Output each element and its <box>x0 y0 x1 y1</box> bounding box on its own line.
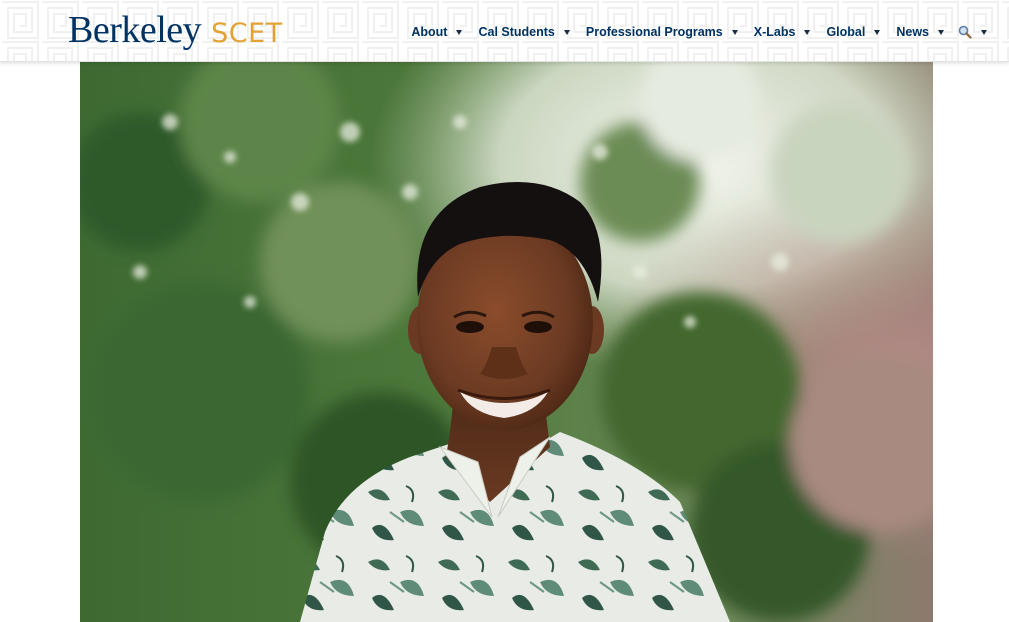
caret-down-icon <box>456 29 463 35</box>
nav-item-professional-programs[interactable]: Professional Programs <box>586 25 738 39</box>
nav-item-label: X-Labs <box>753 25 796 39</box>
hero-portrait-photo <box>80 62 933 622</box>
nav-item-label: Global <box>826 25 866 39</box>
nav-item-label: Cal Students <box>478 25 555 39</box>
logo-berkeley-text: Berkeley <box>68 9 202 51</box>
caret-down-icon <box>938 29 944 35</box>
nav-item-label: News <box>896 25 929 39</box>
caret-down-icon <box>731 29 738 35</box>
site-header: Berkeley SCET About Cal Students Professi… <box>0 0 1009 62</box>
logo-scet-text: SCET <box>211 18 283 49</box>
caret-down-icon <box>874 29 881 35</box>
nav-item-label: About <box>411 25 448 39</box>
main-nav: About Cal Students Professional Programs… <box>395 25 987 39</box>
caret-down-icon <box>563 29 570 35</box>
nav-item-news[interactable]: News <box>896 25 944 39</box>
nav-item-label: Professional Programs <box>585 25 723 39</box>
nav-item-cal-students[interactable]: Cal Students <box>478 25 570 39</box>
nav-item-x-labs[interactable]: X-Labs <box>754 25 811 39</box>
site-logo[interactable]: Berkeley SCET <box>68 8 283 52</box>
caret-down-icon <box>804 29 811 35</box>
search-menu-button[interactable] <box>958 25 987 39</box>
nav-item-about[interactable]: About <box>411 25 463 39</box>
caret-down-icon <box>981 29 987 35</box>
magnifier-icon <box>958 25 972 39</box>
nav-item-global[interactable]: Global <box>826 25 881 39</box>
portrait-photo-illustration <box>80 62 933 622</box>
